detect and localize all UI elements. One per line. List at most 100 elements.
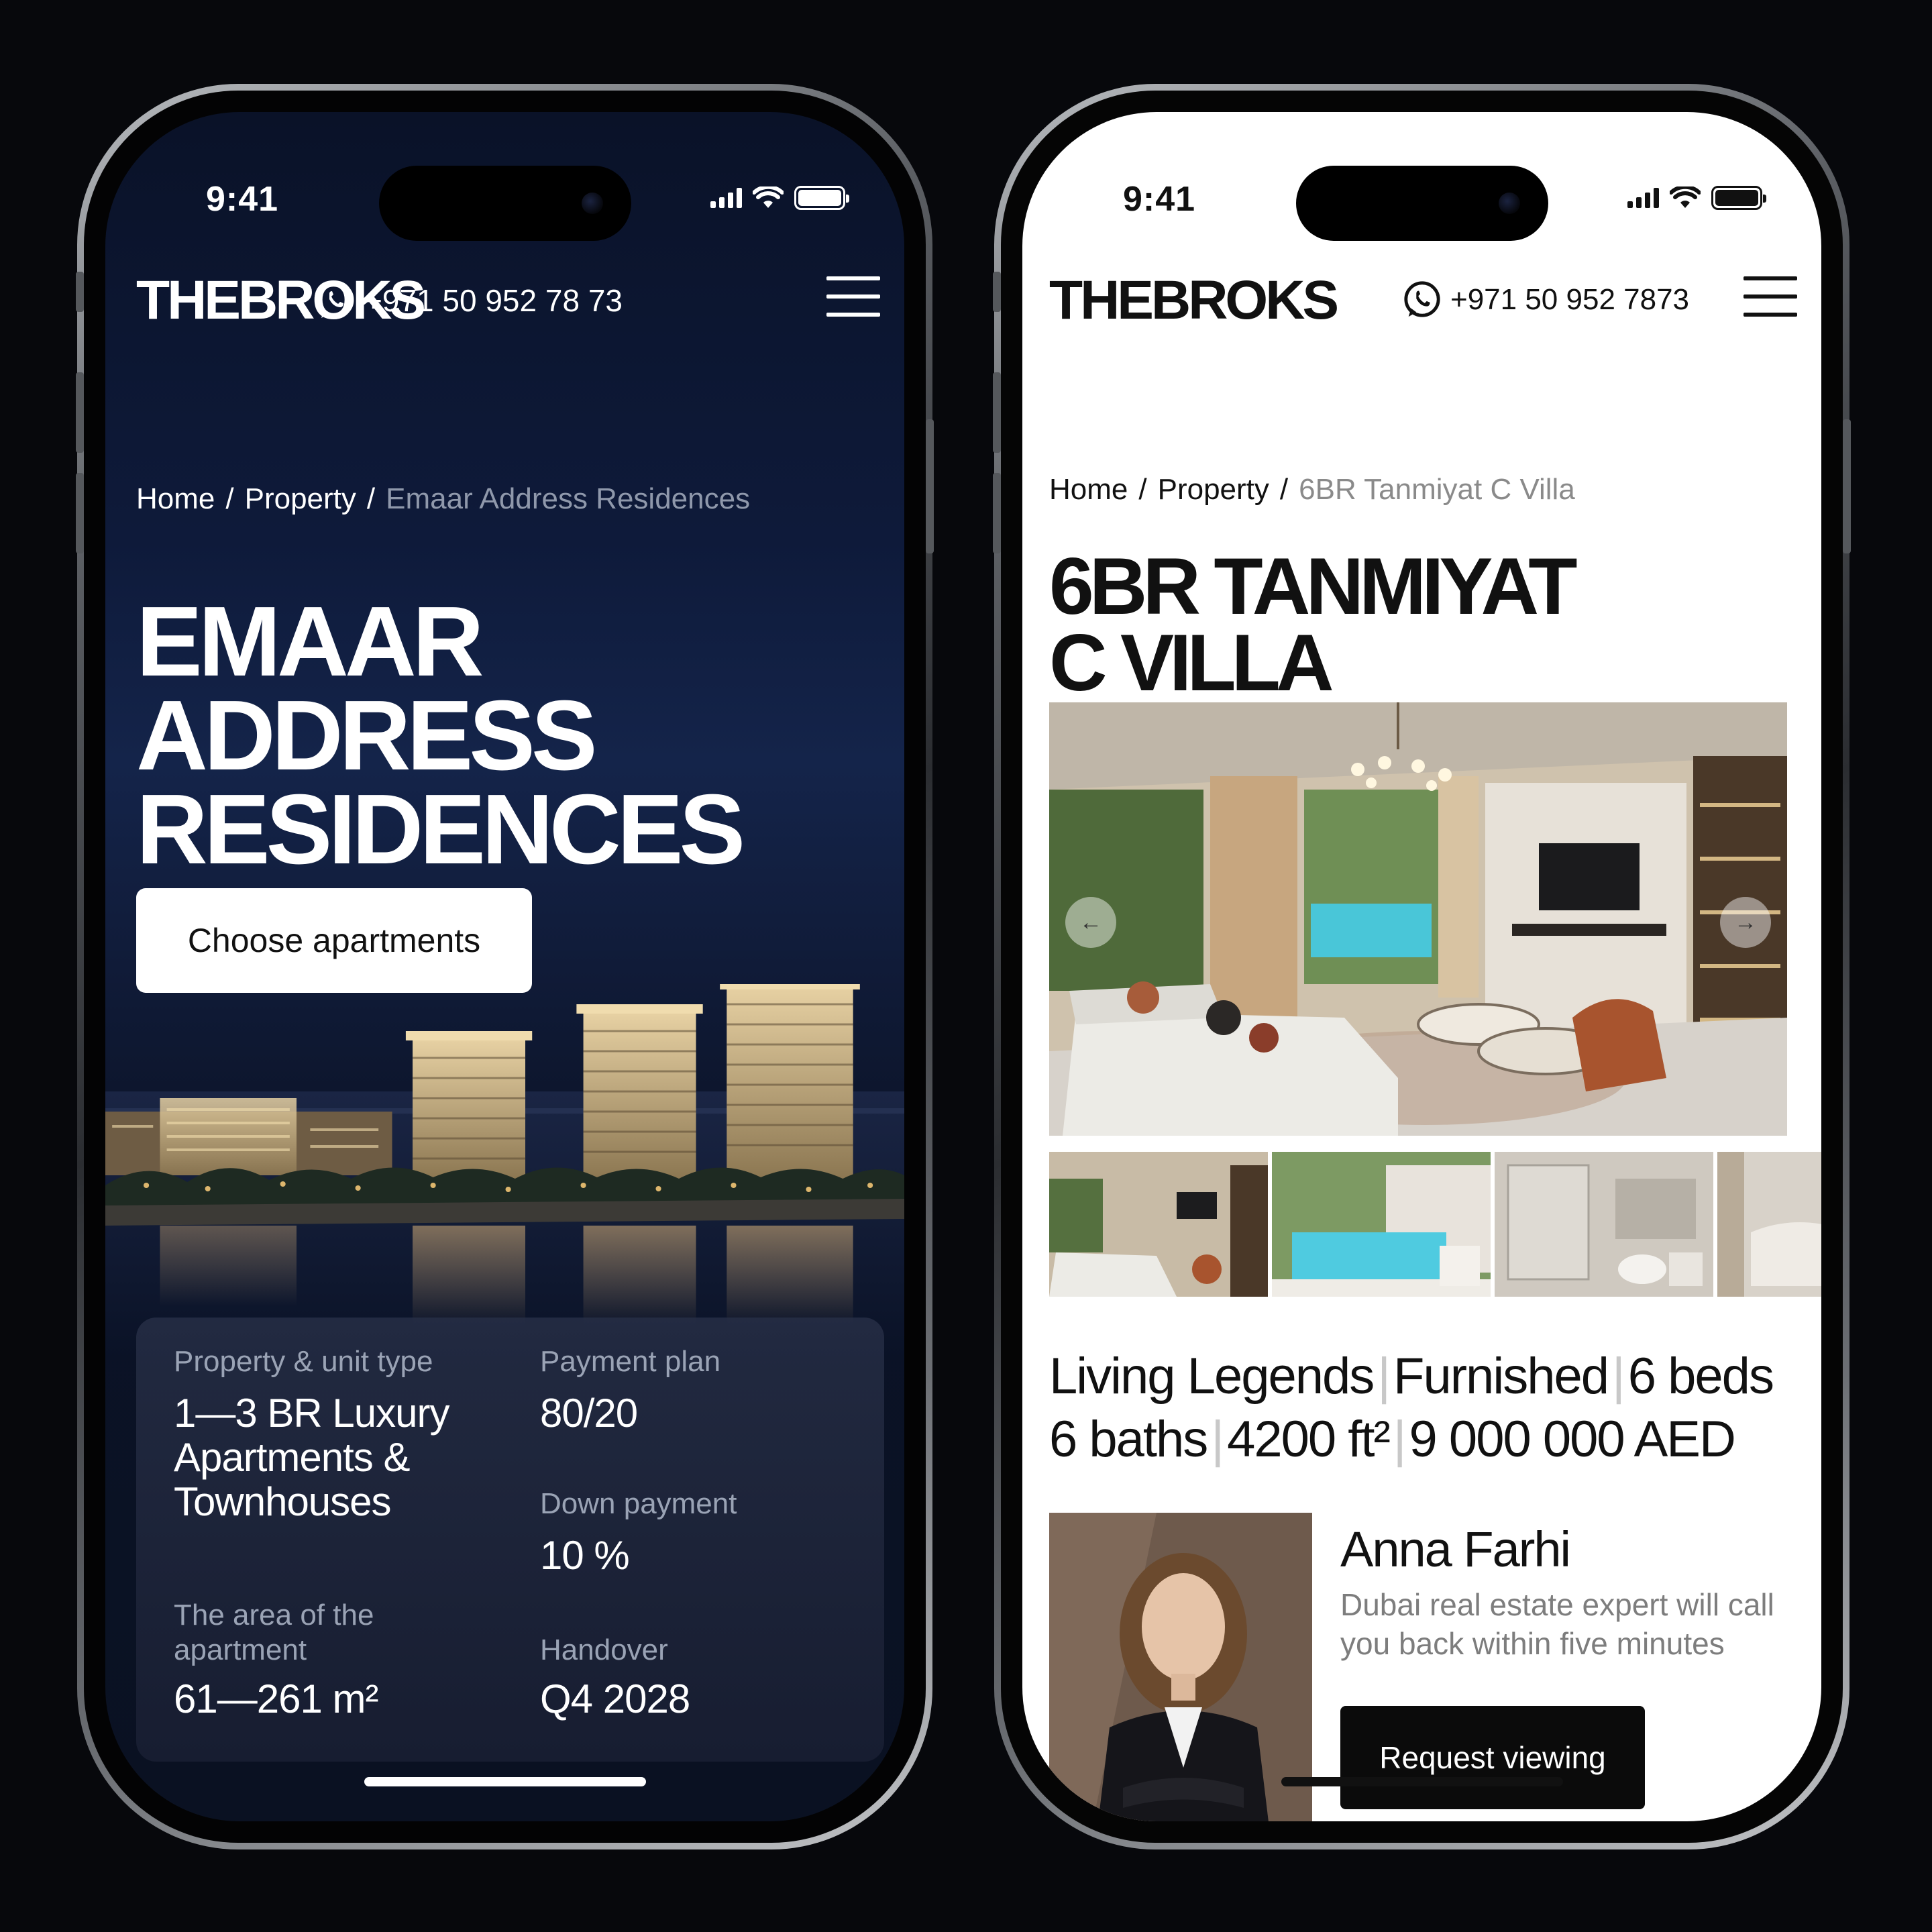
breadcrumb-separator: /	[1138, 473, 1147, 506]
down-payment-value: 10 %	[540, 1533, 630, 1578]
spec-baths: 6 baths	[1049, 1411, 1208, 1468]
battery-icon	[1711, 186, 1766, 210]
agent-name: Anna Farhi	[1340, 1521, 1571, 1577]
spec-beds: 6 beds	[1627, 1348, 1774, 1405]
property-details-card: Property & unit type 1—3 BR Luxury Apart…	[136, 1318, 884, 1762]
gallery-thumbnail[interactable]	[1272, 1152, 1491, 1297]
phone-frame-left: 9:41 THEBROKS +971 50 952 78 73 Home / P…	[76, 84, 934, 1849]
menu-icon[interactable]	[1743, 276, 1797, 317]
title-line: C VILLA	[1049, 618, 1334, 708]
whatsapp-icon	[1402, 280, 1442, 320]
title-line: EMAAR	[136, 586, 484, 697]
breadcrumb-separator: /	[1279, 473, 1289, 506]
volume-down-button	[76, 473, 84, 553]
area-value: 61—261 m²	[174, 1676, 378, 1721]
spec-separator: |	[1377, 1348, 1391, 1405]
request-viewing-button[interactable]: Request viewing	[1340, 1706, 1645, 1809]
wifi-icon	[1670, 186, 1701, 208]
gallery-thumbnail[interactable]	[1495, 1152, 1713, 1297]
status-icons	[710, 186, 849, 210]
unit-type-label: Property & unit type	[174, 1345, 433, 1378]
handover-label: Handover	[540, 1633, 668, 1666]
arrow-right-icon: →	[1734, 909, 1757, 935]
specs-line: 6 baths|4200 ft²|9 000 000 AED	[1049, 1408, 1814, 1471]
breadcrumb: Home / Property / 6BR Tanmiyat C Villa	[1049, 473, 1575, 506]
screen-right: 9:41 THEBROKS +971 50 952 7873 Home / Pr…	[1022, 112, 1821, 1821]
handover-value: Q4 2028	[540, 1676, 690, 1721]
payment-plan-label: Payment plan	[540, 1345, 721, 1378]
action-button	[76, 272, 84, 312]
title-line: RESIDENCES	[136, 774, 745, 885]
page-title: EMAAR ADDRESS RESIDENCES	[136, 586, 745, 885]
gallery-prev-button[interactable]: ←	[1065, 897, 1116, 948]
phone-link[interactable]: +971 50 952 7873	[1402, 280, 1689, 320]
breadcrumb-current: Emaar Address Residences	[386, 482, 751, 515]
cellular-signal-icon	[710, 188, 742, 208]
spec-separator: |	[1612, 1348, 1625, 1405]
cellular-signal-icon	[1627, 188, 1659, 208]
gallery-thumbnails	[1049, 1152, 1821, 1297]
power-button	[1843, 419, 1851, 553]
volume-up-button	[76, 372, 84, 453]
gallery-thumbnail[interactable]	[1717, 1152, 1821, 1297]
menu-icon[interactable]	[826, 276, 880, 317]
area-label: The area of the apartment	[174, 1598, 374, 1668]
spec-project: Living Legends	[1049, 1348, 1375, 1405]
unit-type-line: Apartments &	[174, 1435, 410, 1480]
gallery-main-image[interactable]: ← →	[1049, 702, 1787, 1136]
residences-night-image	[105, 984, 904, 1360]
arrow-left-icon: ←	[1079, 909, 1102, 935]
agent-description: Dubai real estate expert will call you b…	[1340, 1587, 1774, 1661]
spec-furnishing: Furnished	[1393, 1348, 1609, 1405]
screen-left: 9:41 THEBROKS +971 50 952 78 73 Home / P…	[105, 112, 904, 1821]
agent-photo	[1049, 1513, 1312, 1821]
phone-number: +971 50 952 78 73	[364, 283, 623, 318]
logo[interactable]: THEBROKS	[1049, 269, 1339, 332]
camera-icon	[581, 193, 603, 214]
breadcrumb-home[interactable]: Home	[136, 482, 215, 516]
volume-up-button	[993, 372, 1001, 453]
phone-link[interactable]: +971 50 952 78 73	[315, 280, 623, 321]
home-indicator[interactable]	[1281, 1777, 1563, 1786]
breadcrumb-separator: /	[366, 482, 376, 515]
specs-line: Living Legends|Furnished|6 beds	[1049, 1345, 1814, 1408]
area-label-line: The area of the	[174, 1599, 374, 1631]
title-line: 6BR TANMIYAT	[1049, 541, 1577, 631]
status-time: 9:41	[1123, 180, 1196, 219]
power-button	[926, 419, 934, 553]
payment-plan-value: 80/20	[540, 1391, 638, 1436]
unit-type-line: Townhouses	[174, 1479, 392, 1524]
breadcrumb-property[interactable]: Property	[1158, 473, 1269, 506]
unit-type-line: 1—3 BR Luxury	[174, 1391, 450, 1436]
action-button	[993, 272, 1001, 312]
status-icons	[1627, 186, 1766, 210]
gallery-thumbnail[interactable]	[1049, 1152, 1268, 1297]
breadcrumb: Home / Property / Emaar Address Residenc…	[136, 482, 750, 516]
phone-number: +971 50 952 7873	[1450, 283, 1690, 316]
breadcrumb-property[interactable]: Property	[245, 482, 356, 516]
breadcrumb-home[interactable]: Home	[1049, 473, 1128, 506]
title-line: ADDRESS	[136, 680, 598, 791]
breadcrumb-separator: /	[225, 482, 234, 515]
unit-type-value: 1—3 BR Luxury Apartments & Townhouses	[174, 1391, 450, 1524]
home-indicator[interactable]	[364, 1777, 646, 1786]
down-payment-label: Down payment	[540, 1487, 737, 1520]
volume-down-button	[993, 473, 1001, 553]
living-room-image	[1049, 702, 1787, 1136]
battery-icon	[794, 186, 849, 210]
dynamic-island	[378, 166, 631, 241]
spec-separator: |	[1393, 1411, 1407, 1468]
breadcrumb-current: 6BR Tanmiyat C Villa	[1299, 473, 1575, 506]
property-specs: Living Legends|Furnished|6 beds 6 baths|…	[1049, 1345, 1814, 1471]
spec-price: 9 000 000 AED	[1409, 1411, 1736, 1468]
status-time: 9:41	[206, 180, 279, 219]
spec-separator: |	[1211, 1411, 1224, 1468]
phone-frame-right: 9:41 THEBROKS +971 50 952 7873 Home / Pr…	[993, 84, 1851, 1849]
whatsapp-icon	[315, 280, 356, 321]
area-label-line: apartment	[174, 1633, 307, 1666]
gallery-next-button[interactable]: →	[1720, 897, 1771, 948]
camera-icon	[1498, 193, 1520, 214]
page-title: 6BR TANMIYAT C VILLA	[1049, 541, 1577, 708]
wifi-icon	[753, 186, 784, 208]
choose-apartments-button[interactable]: Choose apartments	[136, 888, 532, 993]
